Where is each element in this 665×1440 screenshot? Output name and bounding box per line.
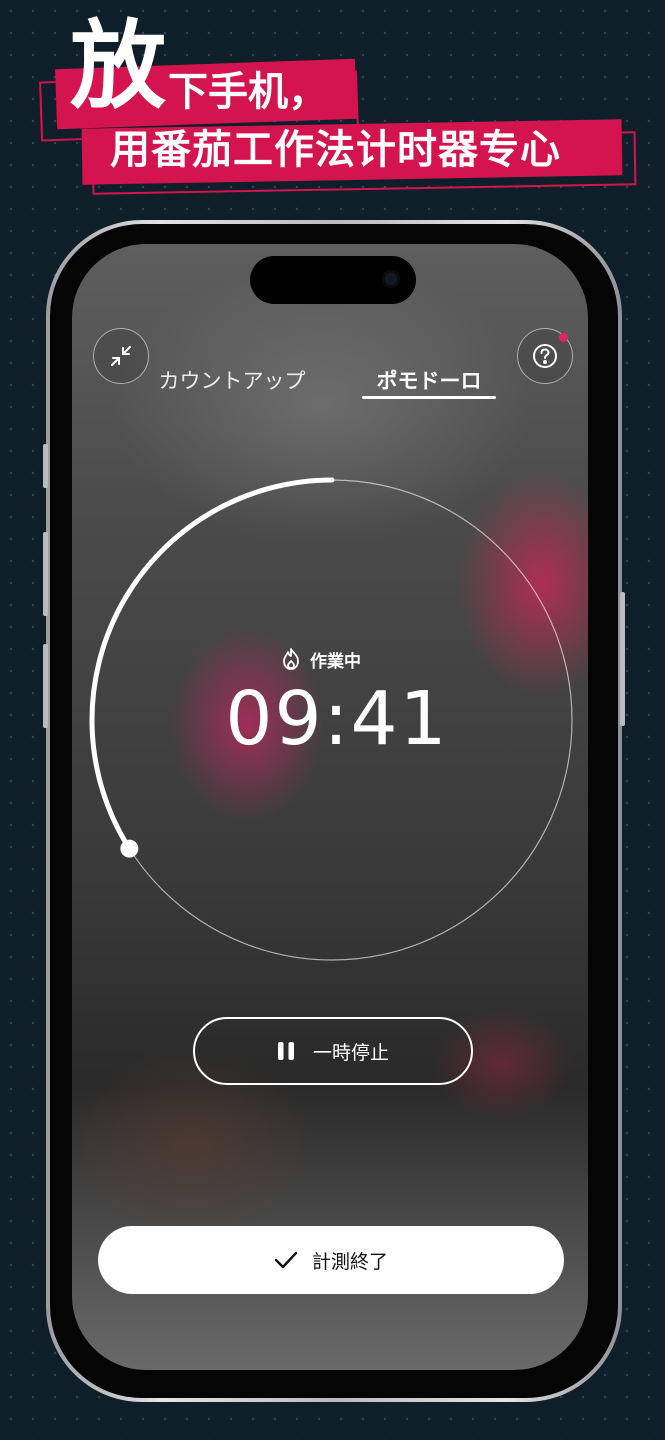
flame-icon [283,648,299,670]
side-button-volume-up [43,532,48,616]
timer-display: 09:41 [225,676,449,762]
promo-headline: 放 下手机， 用番茄工作法计时器专心 [0,0,665,200]
phone-frame: カウントアップ ポモドーロ 作業中 09:41 一時停止 計測終了 [43,220,625,1402]
promo-line-2: 用番茄工作法计时器专心 [110,127,561,173]
timer-status-label: 作業中 [310,651,361,672]
timer-progress-knob[interactable] [120,839,139,858]
promo-big-char: 放 [70,10,166,122]
finish-button[interactable]: 計測終了 [98,1226,564,1294]
timer-ring [89,477,573,961]
pause-button-label: 一時停止 [312,1041,389,1064]
pause-icon [277,1042,294,1060]
pause-button[interactable]: 一時停止 [193,1017,473,1085]
app-screen: カウントアップ ポモドーロ 作業中 09:41 一時停止 計測終了 [72,244,588,1370]
finish-button-label: 計測終了 [311,1250,388,1273]
timer-status: 作業中 [280,644,400,674]
side-button-action [43,444,48,488]
side-button-power [620,592,625,726]
checkmark-icon [274,1251,298,1269]
promo-line-1: 下手机， [168,69,328,115]
side-button-volume-down [43,644,48,728]
